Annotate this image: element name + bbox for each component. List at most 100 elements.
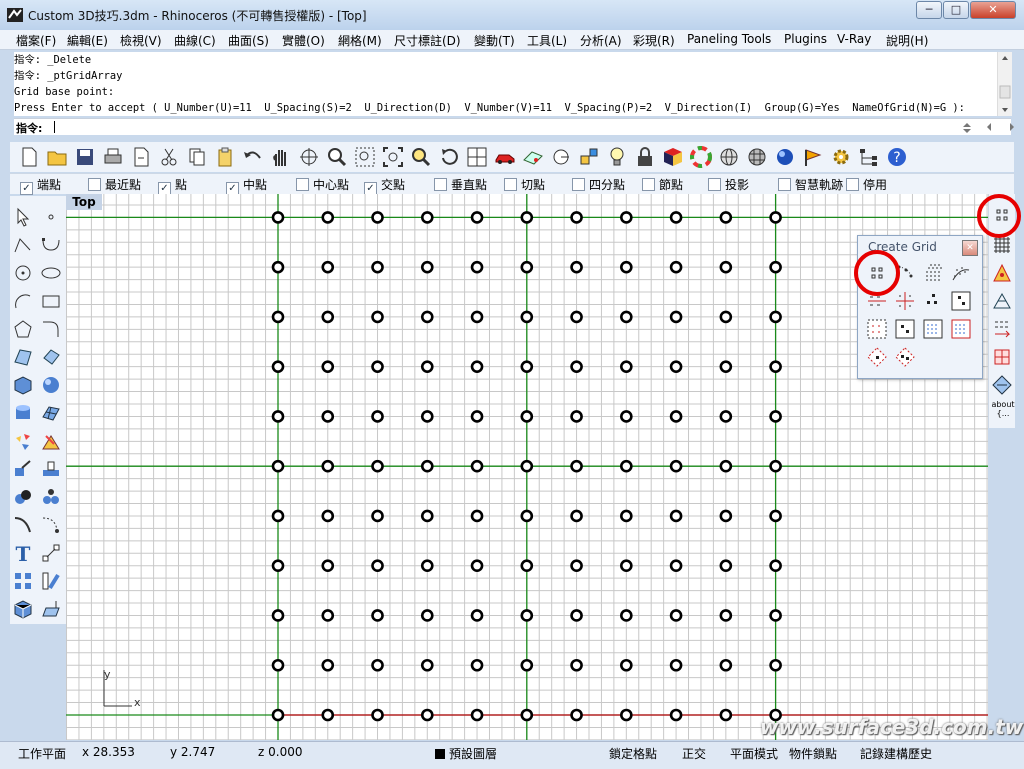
maximize-button[interactable]: □ [943,1,969,19]
zoom-extents-icon[interactable] [382,146,404,168]
menu-curve[interactable]: 曲線(C) [174,32,216,49]
dimension-icon[interactable] [40,542,62,564]
box-icon[interactable] [12,374,34,396]
import-icon[interactable] [130,146,152,168]
panel-close-button[interactable]: ✕ [962,240,978,256]
grid-diamond-icon[interactable] [991,374,1013,396]
diamond-panel-icon[interactable] [991,290,1013,312]
menu-help[interactable]: 說明(H) [886,32,928,49]
osnap-project[interactable]: 投影 [708,176,749,192]
status-layer[interactable]: 預設圖層 [435,745,497,762]
command-line-arrows-icon[interactable] [960,121,1020,133]
osnap-tangent[interactable]: 切點 [504,176,545,192]
osnap-endpoint[interactable]: ✓ 端點 [20,176,61,195]
save-icon[interactable] [74,146,96,168]
viewport-title-tab[interactable]: Top [66,194,102,210]
array-icon[interactable] [12,570,34,592]
offset-grid-icon[interactable] [991,318,1013,340]
boolean-icon[interactable] [40,430,62,452]
undo-icon[interactable] [242,146,264,168]
four-viewports-icon[interactable] [466,146,488,168]
lock-icon[interactable] [634,146,656,168]
grid-diamond-dots-icon[interactable] [894,346,916,368]
zoom-selected-icon[interactable] [410,146,432,168]
ellipse-icon[interactable] [40,262,62,284]
copy-icon[interactable] [186,146,208,168]
viewport-canvas[interactable]: yx [66,194,988,740]
group-objects-icon[interactable] [12,486,34,508]
grid-box-icon[interactable] [991,346,1013,368]
circle-icon[interactable] [12,262,34,284]
grid-extrude-icon[interactable] [922,262,944,284]
surface-icon[interactable] [12,346,34,368]
osnap-point[interactable]: ✓ 點 [158,176,187,195]
polygon-icon[interactable] [12,318,34,340]
menu-view[interactable]: 檢視(V) [120,32,162,49]
text-icon[interactable]: T [12,542,34,564]
minimize-button[interactable]: ─ [916,1,942,19]
menu-dimension[interactable]: 尺寸標註(D) [394,32,461,49]
layout-icon[interactable] [40,598,62,620]
osnap-smarttrack[interactable]: 智慧軌跡 [778,176,843,192]
menu-plugins[interactable]: Plugins [784,32,827,46]
grid-shift-icon[interactable] [866,318,888,340]
cut-icon[interactable] [158,146,180,168]
gear-icon[interactable] [830,146,852,168]
sphere-icon[interactable] [40,374,62,396]
circle-target-icon[interactable] [550,146,572,168]
curve-tools-icon[interactable] [12,514,34,536]
status-osnap-toggle[interactable]: 物件鎖點 [789,745,837,762]
grid-plane-icon[interactable] [522,146,544,168]
scatter-objects-icon[interactable] [40,486,62,508]
menu-file[interactable]: 檔案(F) [16,32,56,49]
grid-diamond-pattern-icon[interactable] [866,346,888,368]
osnap-disable[interactable]: 停用 [846,176,887,192]
pan-hand-icon[interactable] [270,146,292,168]
color-wheel-icon[interactable] [690,146,712,168]
status-planar-toggle[interactable]: 平面模式 [730,745,778,762]
extrude-surface-icon[interactable] [40,346,62,368]
rotate-view-icon[interactable] [298,146,320,168]
light-bulb-icon[interactable] [606,146,628,168]
sphere-wire-icon[interactable] [718,146,740,168]
print-icon[interactable] [102,146,124,168]
curve-edit-icon[interactable] [40,514,62,536]
osnap-midpoint[interactable]: ✓ 中點 [226,176,267,195]
undo-view-icon[interactable] [438,146,460,168]
triangle-panel-icon[interactable] [991,262,1013,284]
flow-along-curve-icon[interactable] [40,570,62,592]
solid-tools-icon[interactable] [12,598,34,620]
osnap-near[interactable]: 最近點 [88,176,141,192]
new-file-icon[interactable] [18,146,40,168]
osnap-perpendicular[interactable]: 垂直點 [434,176,487,192]
rectangle-icon[interactable] [40,290,62,312]
status-cplane[interactable]: 工作平面 [18,745,66,762]
curve-icon[interactable] [40,234,62,256]
open-file-icon[interactable] [46,146,68,168]
osnap-icon[interactable] [578,146,600,168]
render-sphere-icon[interactable] [774,146,796,168]
close-button[interactable]: ✕ [970,1,1016,19]
osnap-center[interactable]: 中心點 [296,176,349,192]
grid-square-dots-icon[interactable] [950,290,972,312]
top-viewport[interactable]: yx [66,194,988,740]
command-history-scrollbar[interactable] [997,52,1012,116]
polyline-icon[interactable] [12,234,34,256]
paste-icon[interactable] [214,146,236,168]
material-icon[interactable] [662,146,684,168]
menu-edit[interactable]: 編輯(E) [67,32,108,49]
move-icon[interactable] [12,458,34,480]
render-flag-icon[interactable] [802,146,824,168]
menu-transform[interactable]: 變動(T) [474,32,515,49]
cylinder-icon[interactable] [12,402,34,424]
grid-offset-icon[interactable] [894,318,916,340]
grid-bounded-icon[interactable] [950,318,972,340]
menu-vray[interactable]: V-Ray [837,32,871,46]
arc-icon[interactable] [12,290,34,312]
grid-from-two-curves-icon[interactable] [894,290,916,312]
mesh-plane-icon[interactable] [40,402,62,424]
help-icon[interactable]: ? [886,146,908,168]
menu-render[interactable]: 彩現(R) [633,32,675,49]
menu-tools[interactable]: 工具(L) [527,32,567,49]
grid-dense-icon[interactable] [922,318,944,340]
